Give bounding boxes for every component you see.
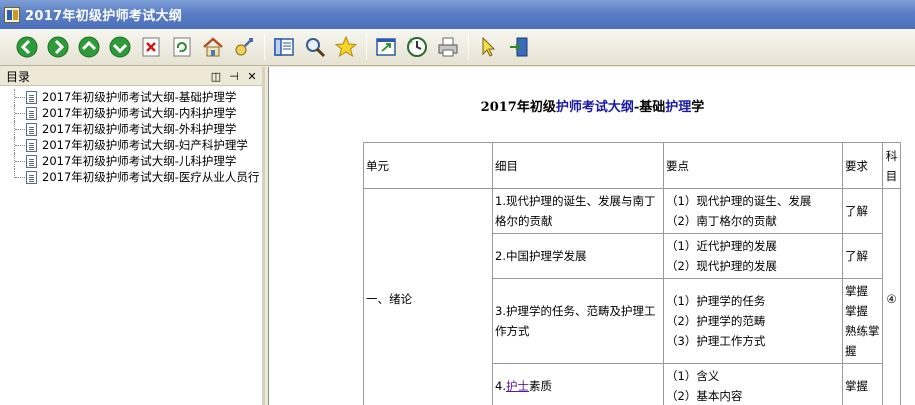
document-icon: [26, 138, 37, 152]
toc-tree: 2017年初级护师考试大纲-基础护理学 2017年初级护师考试大纲-内科护理学 …: [0, 86, 262, 185]
print-icon[interactable]: [435, 34, 461, 60]
toc-item-label: 2017年初级护师考试大纲-外科护理学: [42, 122, 237, 136]
item-cell: 3.护理学的任务、范畴及护理工作方式: [492, 278, 664, 364]
column-header: 细目: [492, 142, 664, 189]
restore-icon[interactable]: ◫: [208, 68, 224, 84]
unit-cell: 一、绪论: [363, 188, 493, 405]
resize-icon[interactable]: [373, 34, 399, 60]
pin-icon[interactable]: ⊣: [226, 68, 242, 84]
document-icon: [26, 154, 37, 168]
toolbar: [0, 29, 915, 66]
points-cell: （1）近代护理的发展 （2）现代护理的发展: [663, 233, 843, 279]
book-icon: [4, 6, 20, 23]
requirement-cell: 了解: [842, 188, 883, 234]
document-icon: [26, 122, 37, 136]
item-cell: 4.护士素质: [492, 363, 664, 405]
item-cell: 2.中国护理学发展: [492, 233, 664, 279]
column-header: 单元: [363, 142, 493, 189]
requirement-cell: 掌握: [842, 363, 883, 405]
back-icon[interactable]: [14, 34, 40, 60]
sidebar: 目录 ◫ ⊣ ✕ 2017年初级护师考试大纲-基础护理学 2017年初级护师考试…: [0, 67, 265, 405]
exit-icon[interactable]: [506, 34, 532, 60]
stop-icon[interactable]: [138, 34, 164, 60]
sync-icon[interactable]: [231, 34, 257, 60]
home-icon[interactable]: [200, 34, 226, 60]
document-icon: [26, 90, 37, 104]
page-title: 2017年初级护师考试大纲-基础护理学: [480, 100, 705, 115]
points-cell: （1）现代护理的诞生、发展 （2）南丁格尔的贡献: [663, 188, 843, 234]
close-icon[interactable]: ✕: [244, 68, 260, 84]
toc-icon[interactable]: [271, 34, 297, 60]
toc-item-label: 2017年初级护师考试大纲-医疗从业人员行: [42, 170, 260, 184]
toc-item[interactable]: 2017年初级护师考试大纲-外科护理学: [0, 121, 262, 137]
column-header: 要求: [842, 142, 883, 189]
sidebar-header: 目录 ◫ ⊣ ✕: [0, 67, 262, 86]
window-title: 2017年初级护师考试大纲: [25, 9, 183, 24]
toc-item-label: 2017年初级护师考试大纲-内科护理学: [42, 106, 237, 120]
content-pane: 2017年初级护师考试大纲-基础护理学 单元 细目 要点 要求 科目 一、绪论 …: [268, 67, 915, 405]
syllabus-table: 单元 细目 要点 要求 科目 一、绪论 1.现代护理的诞生、发展与南丁格尔的贡献…: [363, 142, 901, 405]
favorites-icon[interactable]: [333, 34, 359, 60]
points-cell: （1）含义 （2）基本内容: [663, 363, 843, 405]
nurse-link[interactable]: 护士: [506, 379, 529, 393]
title-bar: 2017年初级护师考试大纲: [0, 0, 915, 29]
subject-cell: ④: [882, 188, 901, 405]
toolbar-separator: [468, 34, 469, 60]
document-icon: [26, 170, 37, 184]
column-header: 科目: [882, 142, 901, 189]
pointer-icon[interactable]: [475, 34, 501, 60]
document-icon: [26, 106, 37, 120]
table-header-row: 单元 细目 要点 要求 科目: [363, 142, 901, 189]
sidebar-title: 目录: [6, 69, 31, 84]
toc-item[interactable]: 2017年初级护师考试大纲-内科护理学: [0, 105, 262, 121]
toc-item-label: 2017年初级护师考试大纲-妇产科护理学: [42, 138, 248, 152]
forward-icon[interactable]: [45, 34, 71, 60]
history-icon[interactable]: [404, 34, 430, 60]
column-header: 要点: [663, 142, 843, 189]
toolbar-separator: [366, 34, 367, 60]
item-cell: 1.现代护理的诞生、发展与南丁格尔的贡献: [492, 188, 664, 234]
toc-item-label: 2017年初级护师考试大纲-基础护理学: [42, 90, 237, 104]
up-icon[interactable]: [76, 34, 102, 60]
toc-item[interactable]: 2017年初级护师考试大纲-基础护理学: [0, 89, 262, 105]
toc-item-label: 2017年初级护师考试大纲-儿科护理学: [42, 154, 237, 168]
requirement-cell: 掌握 掌握 熟练掌握: [842, 278, 883, 364]
points-cell: （1）护理学的任务 （2）护理学的范畴 （3）护理工作方式: [663, 278, 843, 364]
table-row: 一、绪论 1.现代护理的诞生、发展与南丁格尔的贡献 （1）现代护理的诞生、发展 …: [363, 188, 901, 405]
down-icon[interactable]: [107, 34, 133, 60]
refresh-icon[interactable]: [169, 34, 195, 60]
requirement-cell: 了解: [842, 233, 883, 279]
search-icon[interactable]: [302, 34, 328, 60]
toolbar-separator: [264, 34, 265, 60]
toc-item[interactable]: 2017年初级护师考试大纲-医疗从业人员行: [0, 169, 262, 185]
toc-item[interactable]: 2017年初级护师考试大纲-妇产科护理学: [0, 137, 262, 153]
toc-item[interactable]: 2017年初级护师考试大纲-儿科护理学: [0, 153, 262, 169]
